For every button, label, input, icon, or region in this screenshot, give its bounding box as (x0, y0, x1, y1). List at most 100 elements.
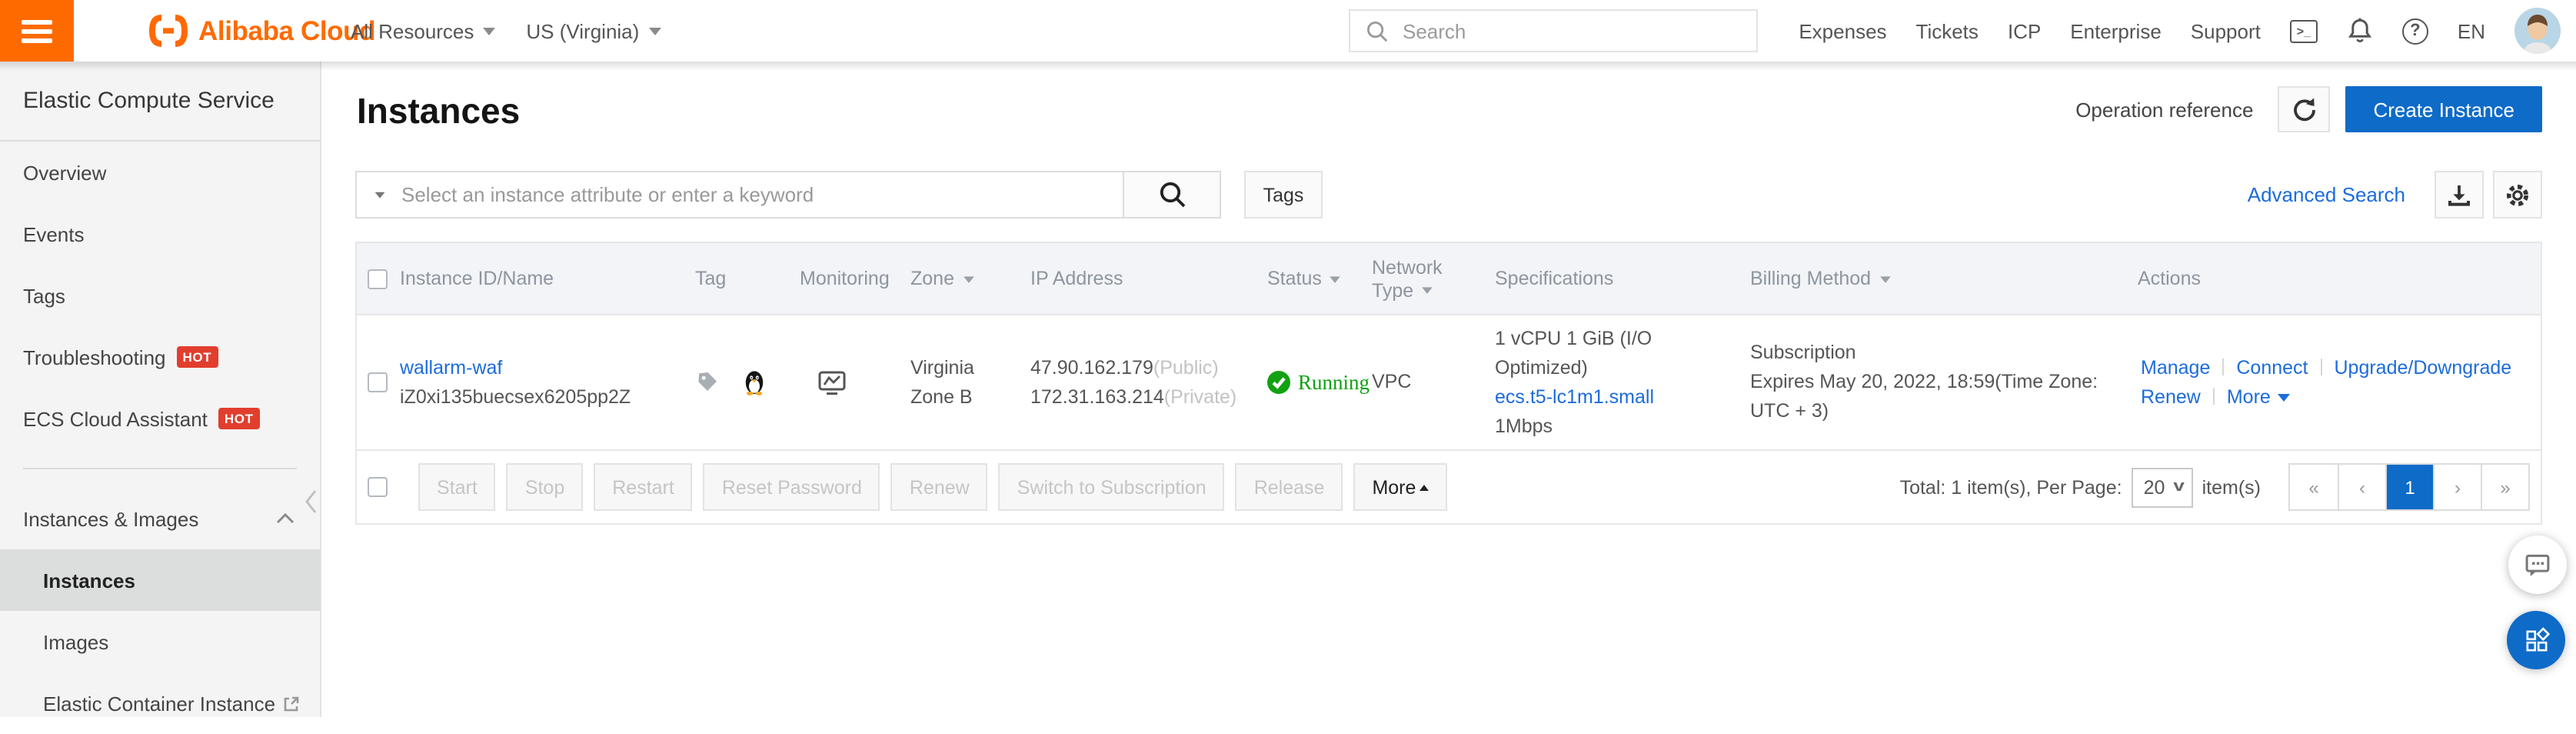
instance-id: iZ0xi135buecsex6205pp2Z (400, 382, 695, 412)
reset-password-button: Reset Password (704, 463, 880, 511)
export-button[interactable] (2435, 171, 2484, 219)
nav-support[interactable]: Support (2191, 19, 2261, 42)
cloud-shell-icon[interactable]: >_ (2290, 19, 2318, 42)
col-billing-method[interactable]: Billing Method (1750, 268, 2138, 289)
sidebar-item-images[interactable]: Images (0, 611, 320, 672)
stop-button: Stop (507, 463, 583, 511)
cell-tag (695, 369, 800, 395)
search-icon (1366, 19, 1389, 42)
download-icon (2447, 182, 2471, 207)
restart-button: Restart (594, 463, 693, 511)
cell-status: Running (1267, 368, 1372, 397)
alibaba-cloud-logo-icon (148, 14, 189, 48)
action-renew[interactable]: Renew (2141, 385, 2201, 407)
billing-expiry: Expires May 20, 2022, 18:59(Time Zone: U… (1750, 368, 2119, 426)
nav-tickets[interactable]: Tickets (1916, 19, 1979, 42)
ip-public: 47.90.162.179 (1030, 356, 1153, 378)
action-more[interactable]: More (2227, 385, 2271, 407)
chevron-down-icon (648, 27, 661, 41)
refresh-icon (2291, 96, 2317, 122)
sidebar-item-ecs-cloud-assistant[interactable]: ECS Cloud Assistant HOT (0, 388, 320, 449)
avatar[interactable] (2514, 8, 2561, 54)
filter-right: Advanced Search (2248, 171, 2542, 219)
row-checkbox[interactable] (368, 372, 388, 392)
nav-expenses[interactable]: Expenses (1799, 19, 1886, 42)
pager-next-button[interactable]: › (2433, 465, 2481, 509)
spec-bandwidth: 1Mbps (1495, 412, 1732, 441)
instances-table: Instance ID/Name Tag Monitoring Zone IP … (355, 242, 2542, 525)
search-icon (1157, 180, 1186, 209)
hamburger-menu-icon[interactable] (0, 0, 74, 62)
create-instance-button[interactable]: Create Instance (2345, 86, 2542, 132)
nav-icp[interactable]: ICP (2008, 19, 2041, 42)
action-manage[interactable]: Manage (2141, 356, 2210, 378)
cell-instance-id-name: wallarm-waf iZ0xi135buecsex6205pp2Z (400, 353, 695, 412)
hot-badge: HOT (177, 347, 218, 368)
col-status[interactable]: Status (1267, 268, 1372, 289)
monitoring-chart-icon[interactable] (818, 370, 846, 395)
more-button[interactable]: More (1353, 463, 1446, 511)
refresh-button[interactable] (2278, 86, 2330, 132)
tag-icon[interactable] (697, 371, 718, 394)
per-page-select[interactable]: 20 v (2132, 467, 2193, 507)
sort-caret-icon (1330, 275, 1341, 287)
sidebar-item-troubleshooting[interactable]: Troubleshooting HOT (0, 326, 320, 388)
sidebar-item-tags[interactable]: Tags (0, 265, 320, 326)
switch-to-subscription-button: Switch to Subscription (999, 463, 1225, 511)
col-network-type[interactable]: Network Type (1372, 247, 1495, 310)
sidebar-divider (23, 468, 297, 469)
sidebar: Elastic Compute Service Overview Events … (0, 62, 321, 717)
settings-button[interactable] (2493, 171, 2542, 219)
resource-scope-selector[interactable]: All Resources (351, 19, 495, 42)
table-row: wallarm-waf iZ0xi135buecsex6205pp2Z (357, 314, 2541, 449)
sort-caret-icon (1422, 287, 1433, 299)
feedback-button[interactable] (2508, 535, 2567, 594)
instance-search-input[interactable]: Select an instance attribute or enter a … (357, 172, 1123, 217)
pagination-area: Total: 1 item(s), Per Page: 20 v item(s)… (1900, 463, 2530, 511)
instance-name-link[interactable]: wallarm-waf (400, 353, 695, 382)
sidebar-item-instances[interactable]: Instances (0, 549, 320, 611)
region-selector[interactable]: US (Virginia) (526, 19, 661, 42)
sidebar-item-overview[interactable]: Overview (0, 142, 320, 203)
cell-zone: Virginia Zone B (910, 353, 1030, 412)
sidebar-collapse-handle[interactable] (300, 459, 321, 545)
header-search-input[interactable]: Search (1349, 9, 1758, 52)
search-placeholder: Select an instance attribute or enter a … (401, 183, 814, 206)
logo-text: Alibaba Cloud (198, 15, 375, 47)
header-search-placeholder: Search (1403, 19, 1466, 42)
nav-enterprise[interactable]: Enterprise (2070, 19, 2162, 42)
col-instance-id-name: Instance ID/Name (400, 268, 554, 289)
col-zone[interactable]: Zone (910, 268, 1030, 289)
language-switch[interactable]: EN (2458, 19, 2485, 42)
sidebar-group-instances-images[interactable]: Instances & Images (0, 488, 320, 549)
notification-bell-icon[interactable] (2347, 17, 2373, 45)
tags-filter-button[interactable]: Tags (1244, 171, 1323, 219)
pager-prev-button[interactable]: ‹ (2338, 465, 2385, 509)
pager-first-button[interactable]: « (2290, 465, 2338, 509)
footer-select-all-checkbox[interactable] (368, 477, 388, 497)
chevron-down-icon: v (2174, 479, 2185, 495)
sidebar-item-elastic-container-instance[interactable]: Elastic Container Instance (0, 672, 320, 734)
chevron-up-icon (275, 512, 295, 525)
spec-line: 1 vCPU 1 GiB (I/O Optimized) (1495, 324, 1732, 382)
search-submit-button[interactable] (1123, 172, 1220, 217)
external-link-icon (283, 695, 300, 712)
page-title: Instances (357, 91, 520, 132)
alibaba-cloud-logo[interactable]: Alibaba Cloud (148, 0, 375, 62)
total-items-text: Total: 1 item(s), Per Page: (1900, 476, 2122, 498)
select-all-checkbox[interactable] (368, 269, 388, 289)
advanced-search-link[interactable]: Advanced Search (2248, 183, 2405, 206)
action-connect[interactable]: Connect (2236, 356, 2308, 378)
help-icon[interactable]: ? (2402, 18, 2428, 44)
sidebar-item-events[interactable]: Events (0, 203, 320, 265)
pager-page-1[interactable]: 1 (2385, 465, 2433, 509)
table-footer: Start Stop Restart Reset Password Renew … (357, 449, 2541, 523)
instance-attribute-search: Select an instance attribute or enter a … (355, 171, 1221, 219)
action-upgrade-downgrade[interactable]: Upgrade/Downgrade (2335, 356, 2512, 378)
pager-last-button[interactable]: » (2481, 465, 2528, 509)
billing-type: Subscription (1750, 339, 2119, 368)
app-window: Alibaba Cloud All Resources US (Virginia… (0, 0, 2576, 717)
quick-apps-button[interactable] (2507, 611, 2565, 669)
instance-type-link[interactable]: ecs.t5-lc1m1.small (1495, 382, 1732, 412)
operation-reference-link[interactable]: Operation reference (2075, 98, 2253, 121)
